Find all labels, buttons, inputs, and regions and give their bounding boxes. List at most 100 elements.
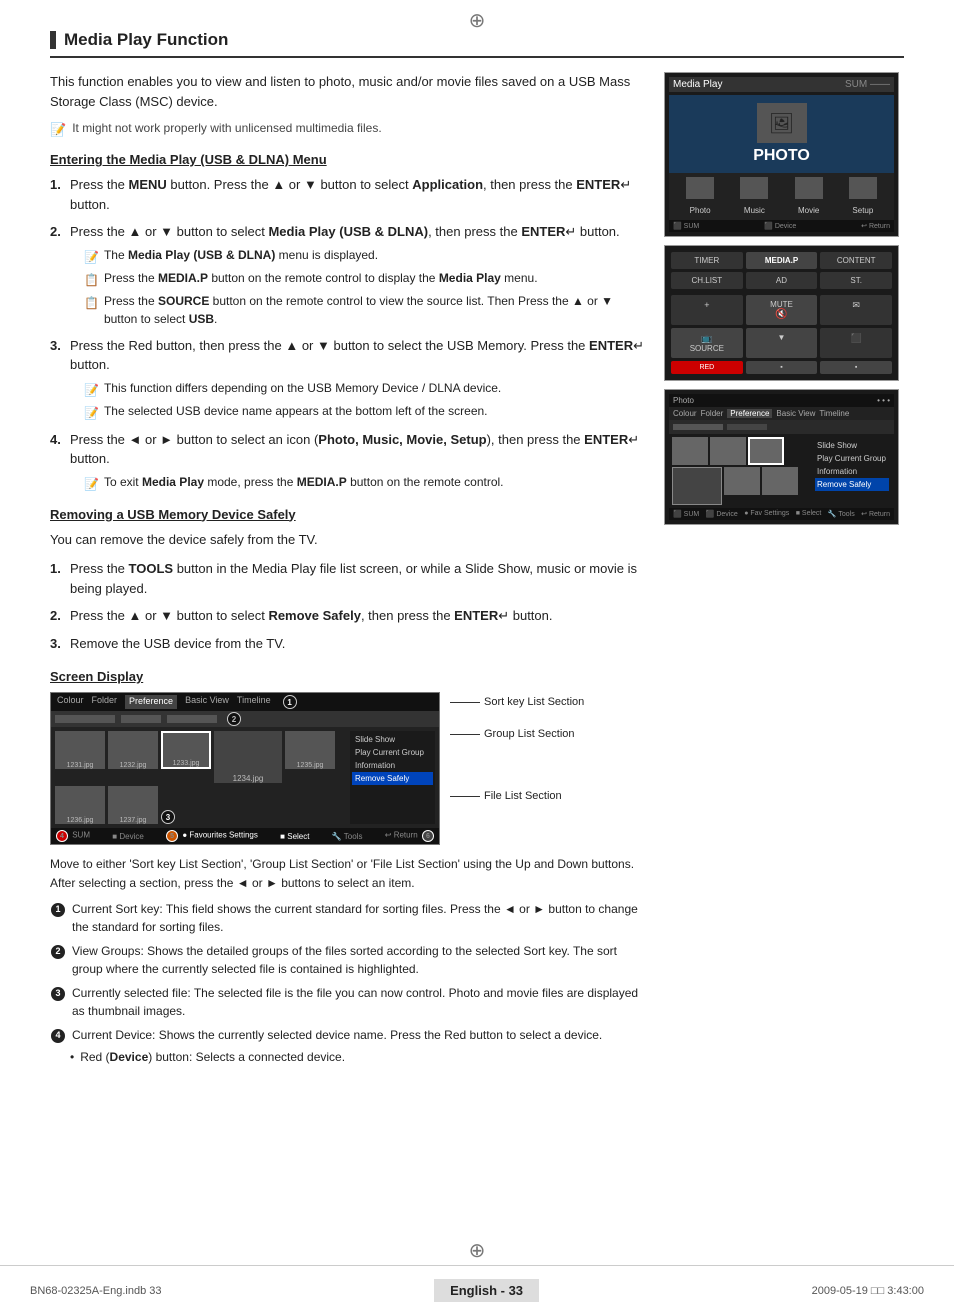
full-browser-body: Slide Show Play Current Group Informatio…	[669, 434, 894, 508]
thumb-1232: 1232.jpg	[108, 731, 158, 769]
callout-sort-key-label: Sort key List Section	[484, 696, 584, 708]
bot1-return: ↩ Return	[861, 222, 890, 230]
thumb-1236: 1236.jpg	[55, 786, 105, 824]
step-3-note-2: 📝 The selected USB device name appears a…	[84, 402, 644, 422]
thumb-1234-large: 1234.jpg	[214, 731, 282, 783]
fbt-folder: Folder	[701, 409, 724, 418]
btn-st: ST.	[820, 272, 892, 289]
fb-menu-info: Information	[815, 465, 889, 478]
desc-text-4: Current Device: Shows the currently sele…	[72, 1026, 602, 1044]
photo-ui-topbar: Colour Folder Preference Basic View Time…	[51, 693, 439, 711]
group-bar-1	[673, 424, 723, 430]
full-browser-bottom: ⬛ SUM ⬛ Device ● Fav Settings ■ Select 🔧…	[669, 508, 894, 520]
title-bar-decoration	[50, 31, 56, 49]
desc-badge-2: 2	[50, 944, 66, 960]
menu-remove-safely[interactable]: Remove Safely	[352, 772, 433, 785]
group-progress-bar	[55, 715, 115, 723]
full-browser-title-bar: Photo • • •	[669, 394, 894, 407]
remove-step-3: 3. Remove the USB device from the TV.	[50, 634, 644, 654]
movie-icon-label: Movie	[798, 206, 819, 215]
right-screen-remote: TIMER MEDIA.P CONTENT CH.LIST AD ST. + M…	[664, 245, 899, 381]
callout-group-list: Group List Section	[450, 728, 584, 740]
step-1: 1. Press the MENU button. Press the ▲ or…	[50, 175, 644, 214]
menu-play-group: Play Current Group	[352, 746, 433, 759]
callout-labels: Sort key List Section Group List Section…	[440, 692, 584, 802]
thumb-1231: 1231.jpg	[55, 731, 105, 769]
step-4-note-1: 📝 To exit Media Play mode, press the MED…	[84, 473, 644, 493]
page-title: Media Play Function	[64, 30, 228, 50]
badge-5-overlay: 5	[166, 830, 178, 842]
callout-sort-key: Sort key List Section	[450, 696, 584, 708]
fb-title: Photo	[673, 396, 694, 405]
bot1-device: ⬛ Device	[764, 222, 796, 230]
fb-menu-slideshow: Slide Show	[815, 439, 889, 452]
fb-thumb-4-large	[672, 467, 722, 505]
btn-plus: +	[671, 295, 743, 325]
thumb-1233-selected: 1233.jpg	[161, 731, 211, 769]
setup-icon-label: Setup	[852, 206, 873, 215]
ref-icon-sm: 📋	[84, 271, 99, 289]
fb-thumb-5	[724, 467, 760, 495]
remove-step-2: 2. Press the ▲ or ▼ button to select Rem…	[50, 606, 644, 626]
move-instructions: Move to either 'Sort key List Section', …	[50, 855, 644, 892]
note-icon-sm-3: 📝	[84, 381, 99, 399]
bot1-sum: ⬛ SUM	[673, 222, 699, 230]
fb-thumb-6	[762, 467, 798, 495]
note-icon-sm: 📝	[84, 248, 99, 266]
group-progress-bar-2	[121, 715, 161, 723]
menu-slideshow: Slide Show	[352, 733, 433, 746]
remote-buttons-grid: TIMER MEDIA.P CONTENT CH.LIST AD ST.	[671, 252, 892, 289]
desc-badge-1: 1	[50, 902, 66, 918]
setup-icon-img	[849, 177, 877, 199]
photo-label: PHOTO	[753, 147, 810, 164]
bot-tools: 🔧 Tools	[332, 832, 363, 841]
bottom-crosshair: ⊕	[0, 1238, 954, 1263]
bullet-dot: •	[70, 1050, 74, 1064]
photo-icon-label: Photo	[690, 206, 711, 215]
movie-icon-img	[795, 177, 823, 199]
photo-ui-tabs: Colour Folder Preference Basic View Time…	[57, 695, 297, 709]
fb-thumb-1	[672, 437, 708, 465]
fb-menu-remove: Remove Safely	[815, 478, 889, 491]
subsection-entering-title: Entering the Media Play (USB & DLNA) Men…	[50, 152, 644, 167]
section-title: Media Play Function	[50, 30, 904, 58]
fbb-return: ↩ Return	[861, 510, 890, 518]
thumb-1237: 1237.jpg	[108, 786, 158, 824]
footer-right: 2009-05-19 □□ 3:43:00	[812, 1285, 924, 1297]
step-4: 4. Press the ◄ or ► button to select an …	[50, 430, 644, 493]
group-progress-bar-3	[167, 715, 217, 723]
fb-thumb-3-sel	[748, 437, 784, 465]
intro-note: 📝 It might not work properly with unlice…	[50, 121, 644, 138]
photo-ui-sidebar: Slide Show Play Current Group Informatio…	[350, 731, 435, 824]
full-browser-sidebar: Slide Show Play Current Group Informatio…	[813, 437, 891, 505]
desc-item-2: 2 View Groups: Shows the detailed groups…	[50, 942, 644, 978]
subsection-removing-title: Removing a USB Memory Device Safely	[50, 507, 644, 522]
tab-folder: Folder	[92, 695, 118, 709]
desc-badge-4: 4	[50, 1028, 66, 1044]
fb-dots: • • •	[877, 396, 890, 405]
intro-text: This function enables you to view and li…	[50, 72, 644, 111]
step-2-note-3: 📋 Press the SOURCE button on the remote …	[84, 292, 644, 328]
desc-badge-3: 3	[50, 986, 66, 1002]
note-icon-sm-5: 📝	[84, 475, 99, 493]
fbt-timeline: Timeline	[819, 409, 849, 418]
bullet-device: • Red (Device) button: Selects a connect…	[70, 1050, 644, 1064]
bot-device: ■ Device	[112, 832, 144, 841]
bot-return: ↩ Return 6	[385, 830, 434, 842]
tab-timeline: Timeline	[237, 695, 271, 709]
right-screen-photo-menu: Media Play SUM —— 🖼 PHOTO Photo	[664, 72, 899, 237]
btn-mediap: MEDIA.P	[746, 252, 818, 269]
photo-large-icon: 🖼	[757, 103, 807, 143]
tab-preference[interactable]: Preference	[125, 695, 177, 709]
page-footer: BN68-02325A-Eng.indb 33 English - 33 200…	[0, 1265, 954, 1315]
fb-menu-play: Play Current Group	[815, 452, 889, 465]
photo-large-label: 🖼 PHOTO	[669, 95, 894, 173]
callout-file-list: File List Section	[450, 790, 584, 802]
bot-sum: 4 SUM	[56, 830, 90, 842]
remove-step-1: 1. Press the TOOLS button in the Media P…	[50, 559, 644, 598]
screen-display-screenshot: Colour Folder Preference Basic View Time…	[50, 692, 440, 845]
ref-icon-sm-2: 📋	[84, 294, 99, 312]
desc-text-3: Currently selected file: The selected fi…	[72, 984, 644, 1020]
bot-select: ■ Select	[280, 832, 309, 841]
music-icon-img	[740, 177, 768, 199]
